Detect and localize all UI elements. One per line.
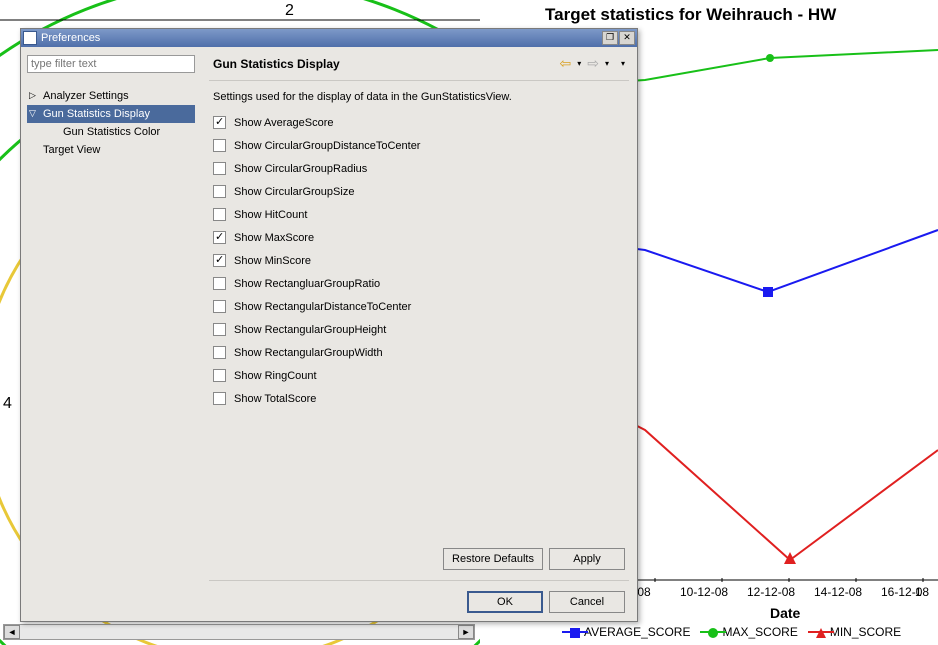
checkbox-label: Show HitCount	[234, 209, 307, 221]
axis-top-label: 2	[285, 2, 294, 20]
checkbox[interactable]	[213, 254, 226, 267]
preferences-tree-panel: ▷ Analyzer Settings ▽ Gun Statistics Dis…	[21, 47, 201, 621]
checkbox[interactable]	[213, 185, 226, 198]
legend-label: MAX_SCORE	[722, 625, 797, 639]
axis-left-label: 4	[3, 395, 12, 413]
tree-item-target-view[interactable]: Target View	[27, 141, 195, 159]
checkbox[interactable]	[213, 231, 226, 244]
checkbox-label: Show RectangularGroupWidth	[234, 347, 383, 359]
checkbox-row: Show RectangularDistanceToCenter	[213, 295, 625, 318]
checkbox-label: Show RectangluarGroupRatio	[234, 278, 380, 290]
tree-label: Gun Statistics Display	[43, 108, 150, 120]
checkbox-row: Show RingCount	[213, 364, 625, 387]
checkbox[interactable]	[213, 346, 226, 359]
checkbox[interactable]	[213, 162, 226, 175]
scroll-right-arrow[interactable]: ►	[458, 625, 474, 639]
restore-window-icon[interactable]: ❐	[602, 31, 618, 45]
checkbox-row: Show CircularGroupDistanceToCenter	[213, 134, 625, 157]
checkbox-row: Show MinScore	[213, 249, 625, 272]
x-tick-label: 14-12-08	[814, 585, 862, 599]
back-arrow-icon[interactable]: ⇦	[559, 55, 571, 72]
checkbox[interactable]	[213, 369, 226, 382]
tree-item-analyzer-settings[interactable]: ▷ Analyzer Settings	[27, 87, 195, 105]
checkbox[interactable]	[213, 116, 226, 129]
legend-item-max: MAX_SCORE	[708, 625, 797, 639]
chart-title: Target statistics for Weihrauch - HW	[545, 5, 836, 25]
checkbox-row: Show HitCount	[213, 203, 625, 226]
scroll-track[interactable]	[20, 625, 458, 639]
checkbox-row: Show MaxScore	[213, 226, 625, 249]
expand-arrow-icon[interactable]: ▷	[29, 90, 36, 101]
apply-button[interactable]: Apply	[549, 548, 625, 570]
tree-label: Target View	[43, 144, 100, 156]
dialog-title: Preferences	[41, 32, 602, 44]
collapse-arrow-icon[interactable]: ▽	[29, 108, 36, 119]
checkbox[interactable]	[213, 277, 226, 290]
checkbox-list: Show AverageScore Show CircularGroupDista…	[201, 109, 637, 412]
checkbox-label: Show RectangularGroupHeight	[234, 324, 386, 336]
cancel-button[interactable]: Cancel	[549, 591, 625, 613]
checkbox-row: Show RectangluarGroupRatio	[213, 272, 625, 295]
preferences-content-panel: Gun Statistics Display ⇦ ▾ ⇨ ▾ ▾ Settings …	[201, 47, 637, 621]
checkbox-row: Show RectangularGroupWidth	[213, 341, 625, 364]
content-title: Gun Statistics Display	[213, 57, 559, 71]
tree-label: Analyzer Settings	[43, 90, 129, 102]
checkbox-label: Show CircularGroupDistanceToCenter	[234, 140, 420, 152]
checkbox[interactable]	[213, 392, 226, 405]
checkbox-row: Show CircularGroupRadius	[213, 157, 625, 180]
checkbox-label: Show TotalScore	[234, 393, 316, 405]
tree-item-gun-statistics-display[interactable]: ▽ Gun Statistics Display	[27, 105, 195, 123]
forward-dropdown-icon[interactable]: ▾	[605, 59, 609, 68]
restore-defaults-button[interactable]: Restore Defaults	[443, 548, 543, 570]
chart-legend: AVERAGE_SCORE MAX_SCORE MIN_SCORE	[570, 625, 901, 639]
checkbox-label: Show MaxScore	[234, 232, 314, 244]
close-icon[interactable]: ✕	[619, 31, 635, 45]
checkbox-label: Show MinScore	[234, 255, 311, 267]
forward-arrow-icon[interactable]: ⇨	[587, 55, 599, 72]
checkbox[interactable]	[213, 300, 226, 313]
menu-dropdown-icon[interactable]: ▾	[621, 59, 625, 68]
checkbox[interactable]	[213, 139, 226, 152]
scroll-left-arrow[interactable]: ◄	[4, 625, 20, 639]
horizontal-scrollbar[interactable]: ◄ ►	[3, 624, 475, 640]
checkbox-label: Show RingCount	[234, 370, 317, 382]
dialog-titlebar[interactable]: Preferences ❐ ✕	[21, 29, 637, 47]
ok-button[interactable]: OK	[467, 591, 543, 613]
legend-label: MIN_SCORE	[830, 625, 901, 639]
checkbox-row: Show AverageScore	[213, 111, 625, 134]
checkbox[interactable]	[213, 208, 226, 221]
checkbox-label: Show RectangularDistanceToCenter	[234, 301, 411, 313]
filter-input[interactable]	[27, 55, 195, 73]
checkbox-label: Show AverageScore	[234, 117, 333, 129]
app-icon	[23, 31, 37, 45]
x-tick-label: 1	[915, 585, 922, 599]
legend-label: AVERAGE_SCORE	[584, 625, 690, 639]
legend-item-average: AVERAGE_SCORE	[570, 625, 690, 639]
checkbox-row: Show CircularGroupSize	[213, 180, 625, 203]
x-tick-label: 10-12-08	[680, 585, 728, 599]
checkbox-label: Show CircularGroupRadius	[234, 163, 367, 175]
tree-label: Gun Statistics Color	[63, 126, 160, 138]
content-description: Settings used for the display of data in…	[201, 81, 637, 109]
legend-item-min: MIN_SCORE	[816, 625, 901, 639]
x-axis-label: Date	[770, 605, 800, 621]
checkbox[interactable]	[213, 323, 226, 336]
x-tick-label: 12-12-08	[747, 585, 795, 599]
tree-item-gun-statistics-color[interactable]: Gun Statistics Color	[27, 123, 195, 141]
checkbox-label: Show CircularGroupSize	[234, 186, 354, 198]
checkbox-row: Show RectangularGroupHeight	[213, 318, 625, 341]
preferences-dialog: Preferences ❐ ✕ ▷ Analyzer Settings ▽ Gu…	[20, 28, 638, 622]
checkbox-row: Show TotalScore	[213, 387, 625, 410]
back-dropdown-icon[interactable]: ▾	[577, 59, 581, 68]
